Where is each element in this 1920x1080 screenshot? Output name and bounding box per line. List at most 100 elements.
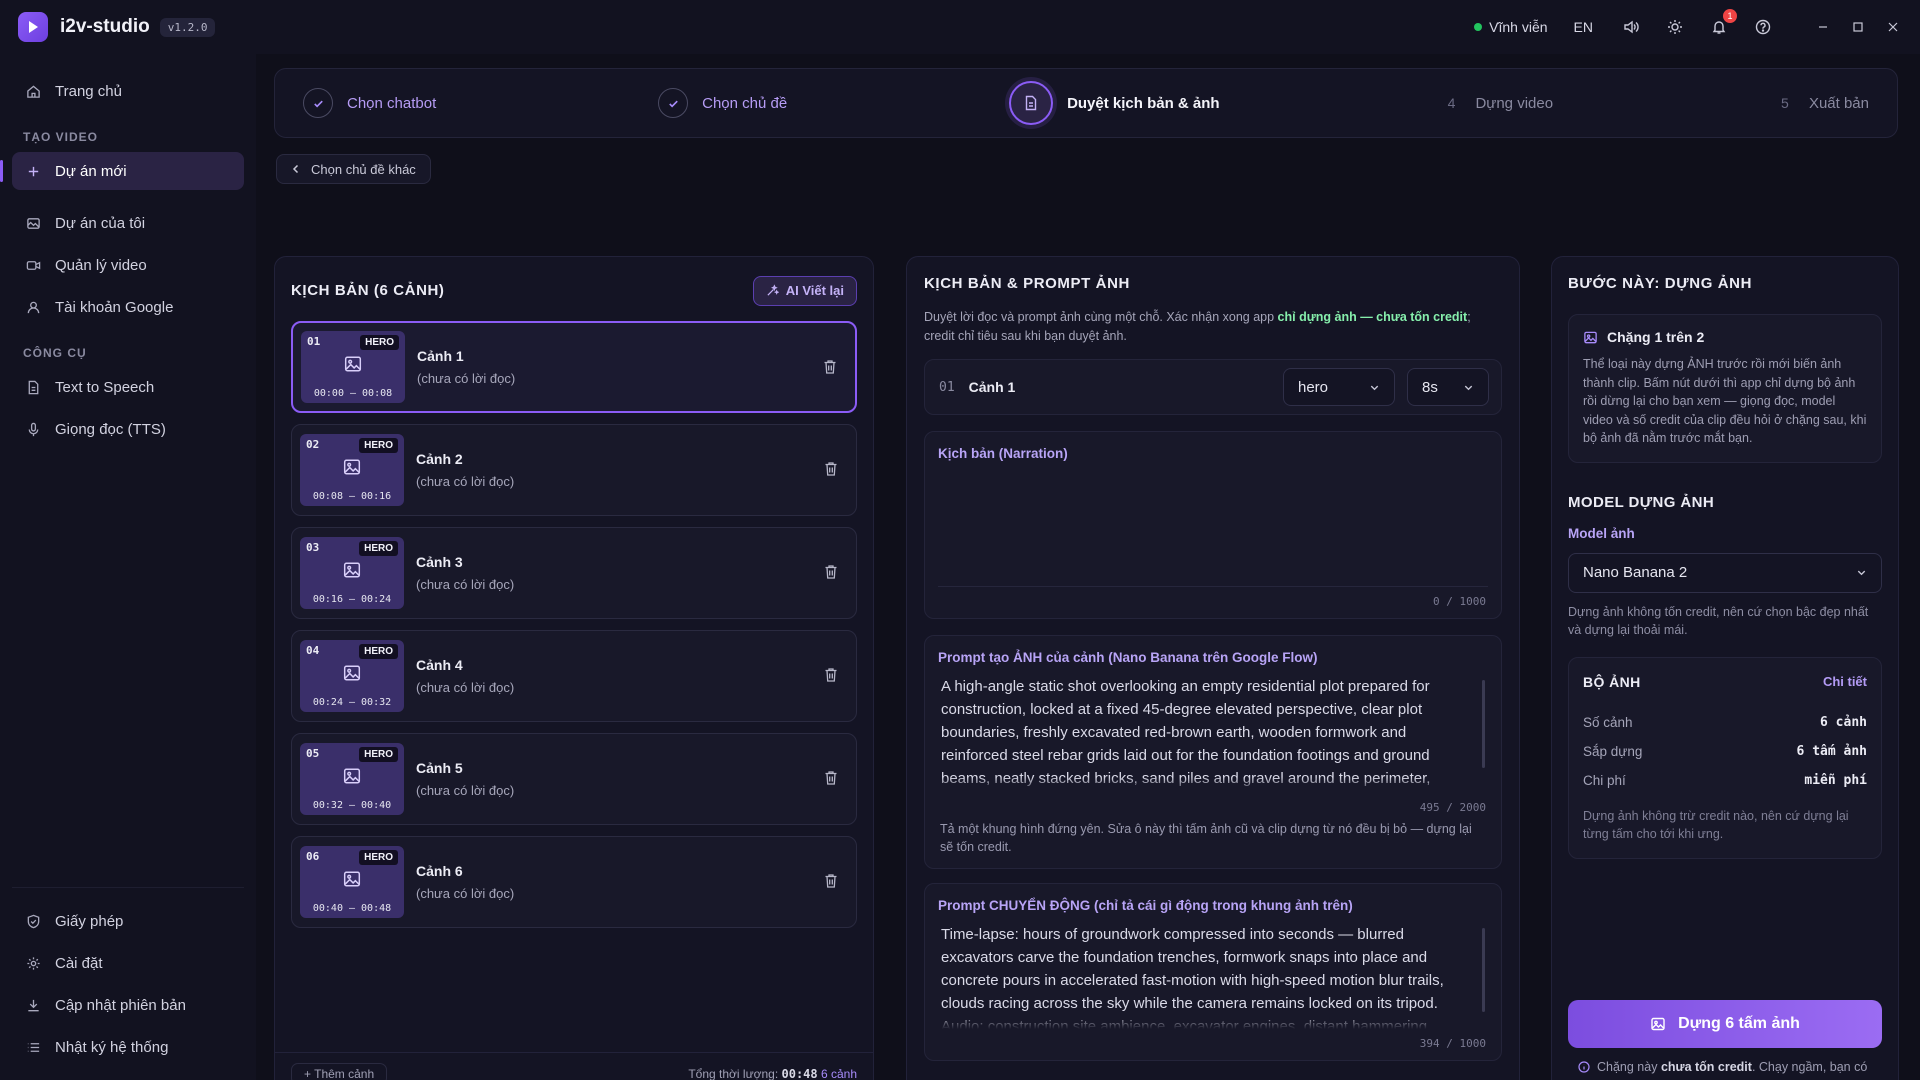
scene-card[interactable]: 04 HERO 00:24 – 00:32 Cảnh 4 (chưa có lời đọ… [291,630,857,722]
model-label: Model ảnh [1568,525,1635,541]
motion-prompt-scrollbar[interactable] [1482,928,1485,1012]
footnote-text-end: . Chạy ngầm, bạn có [1751,1060,1868,1074]
wizard-stepper: Chọn chatbot Chọn chủ đề Duyệt kịch bản … [274,68,1898,138]
credit-footnote: Chặng này chưa tốn credit. Chạy ngầm, bạ… [1578,1060,1888,1074]
microphone-icon [28,422,39,436]
sidebar-item-update[interactable]: Cập nhật phiên bản [12,986,244,1024]
step-choose-chatbot[interactable]: Chọn chatbot [303,88,436,118]
scene-card[interactable]: 01 HERO 00:00 – 00:08 Cảnh 1 (chưa có lời đọ… [291,321,857,413]
image-placeholder-icon [343,562,361,578]
motion-prompt-label: Prompt CHUYỂN ĐỘNG (chỉ tả cái gì động t… [938,898,1353,913]
check-icon [658,88,689,118]
description-text: Duyệt lời đọc và prompt ảnh cùng một chỗ… [924,310,1278,324]
step-number: 4 [1447,95,1456,111]
scene-card[interactable]: 06 HERO 00:40 – 00:48 Cảnh 6 (chưa có lời đọ… [291,836,857,928]
total-duration: Tổng thời lượng: 00:48 6 cảnh [688,1067,857,1080]
hero-badge: HERO [360,335,399,350]
image-set-rows: Số cảnh 6 cảnh Sắp dựng 6 tấm ảnh Chi phí miễ… [1583,708,1867,795]
sidebar-item-new-project[interactable]: Dự án mới [0,152,244,190]
sidebar-item-voices[interactable]: Giọng đọc (TTS) [12,410,244,448]
trash-icon[interactable] [824,770,838,786]
language-toggle[interactable]: EN [1574,19,1593,35]
render-button-label: Dựng 6 tấm ảnh [1678,1015,1800,1032]
image-model-select[interactable]: Nano Banana 2 [1568,552,1882,593]
image-prompt-textarea[interactable]: A high-angle static shot overlooking an … [938,665,1488,793]
description-highlight: chỉ dựng ảnh — chưa tốn credit [1277,310,1468,324]
sidebar-item-video-manager[interactable]: Quản lý video [12,246,244,284]
license-status[interactable]: Vĩnh viễn [1474,19,1548,35]
info-icon [1578,1061,1590,1073]
trash-icon[interactable] [824,564,838,580]
minimize-window-icon[interactable] [1814,18,1832,36]
scene-card[interactable]: 02 HERO 00:08 – 00:16 Cảnh 2 (chưa có lời đọ… [291,424,857,516]
scene-subtitle: (chưa có lời đọc) [416,886,515,901]
theme-sun-icon[interactable] [1665,17,1685,37]
render-images-button[interactable]: Dựng 6 tấm ảnh [1568,1000,1882,1048]
narration-char-counter: 0 / 1000 [1433,595,1486,608]
sidebar-item-label: Cập nhật phiên bản [55,996,186,1014]
sidebar-item-my-projects[interactable]: Dự án của tôi [12,204,244,242]
sidebar-item-text-to-speech[interactable]: Text to Speech [12,368,244,406]
scene-subtitle: (chưa có lời đọc) [416,783,515,798]
trash-icon[interactable] [824,667,838,683]
trash-icon[interactable] [824,873,838,889]
volume-icon[interactable] [1621,17,1641,37]
trash-icon[interactable] [824,461,838,477]
image-placeholder-icon [343,665,361,681]
narration-field: Kịch bản (Narration) 0 / 1000 [924,431,1502,619]
choose-other-topic-button[interactable]: Chọn chủ đề khác [276,154,431,184]
script-prompt-panel-title: KỊCH BẢN & PROMPT ẢNH [924,275,1130,292]
scene-card[interactable]: 03 HERO 00:16 – 00:24 Cảnh 3 (chưa có lời đọ… [291,527,857,619]
scene-timecode: 00:32 – 00:40 [312,800,392,811]
plus-icon [28,166,39,176]
total-duration-value: 00:48 [781,1066,818,1080]
details-link[interactable]: Chi tiết [1823,674,1867,689]
sidebar-item-home[interactable]: Trang chủ [12,72,244,110]
row-key: Sắp dựng [1583,743,1643,759]
image-prompt-field: Prompt tạo ẢNH của cảnh (Nano Banana trê… [924,635,1502,869]
step-review-script[interactable]: Duyệt kịch bản & ảnh [1009,81,1220,125]
user-icon [27,301,40,313]
sidebar-item-license[interactable]: Giấy phép [12,902,244,940]
sidebar-item-system-log[interactable]: Nhật ký hệ thống [12,1028,244,1066]
folder-image-icon [27,217,40,229]
sidebar-item-google-account[interactable]: Tài khoản Google [12,288,244,326]
hero-badge: HERO [359,850,398,865]
maximize-window-icon[interactable] [1849,18,1867,36]
sidebar-item-label: Dự án mới [55,162,127,180]
image-model-value: Nano Banana 2 [1583,564,1688,581]
shot-type-select[interactable]: hero [1283,368,1395,406]
step-build-video[interactable]: 4 Dựng video [1441,94,1554,112]
scene-number: 05 [306,747,320,760]
step-label: Xuất bản [1808,94,1869,112]
ai-rewrite-button[interactable]: AI Viết lại [752,275,857,306]
footnote-bold: chưa tốn credit [1660,1060,1752,1074]
motion-prompt-field: Prompt CHUYỂN ĐỘNG (chỉ tả cái gì động t… [924,883,1502,1061]
duration-select[interactable]: 8s [1407,368,1489,406]
add-scene-button[interactable]: + Thêm cảnh [291,1062,388,1080]
close-window-icon[interactable] [1884,18,1902,36]
sidebar-item-label: Cài đặt [55,954,103,972]
notification-count-badge: 1 [1723,9,1737,23]
scene-thumbnail: 01 HERO 00:00 – 00:08 [301,331,405,403]
bell-icon[interactable]: 1 [1709,9,1737,37]
scene-card[interactable]: 05 HERO 00:32 – 00:40 Cảnh 5 (chưa có lời đọ… [291,733,857,825]
trash-icon[interactable] [823,359,837,375]
scene-number: 01 [307,335,321,348]
sidebar-item-settings[interactable]: Cài đặt [12,944,244,982]
check-icon [303,88,333,118]
image-set-row: Sắp dựng 6 tấm ảnh [1583,737,1867,766]
scene-timecode: 00:16 – 00:24 [312,594,392,605]
step-choose-topic[interactable]: Chọn chủ đề [658,88,787,118]
step-publish[interactable]: 5 Xuất bản [1775,95,1869,112]
main-content: Chọn chatbot Chọn chủ đề Duyệt kịch bản … [256,54,1920,1080]
motion-prompt-textarea[interactable]: Time-lapse: hours of groundwork compress… [938,913,1488,1029]
narration-textarea[interactable] [938,461,1488,587]
version-badge: v1.2.0 [159,17,216,37]
chevron-down-icon [1857,570,1866,576]
help-icon[interactable] [1753,17,1773,37]
step-label: Dựng video [1475,94,1554,112]
scene-timecode: 00:24 – 00:32 [312,697,392,708]
image-prompt-scrollbar[interactable] [1482,680,1485,768]
duration-value: 8s [1422,378,1438,396]
